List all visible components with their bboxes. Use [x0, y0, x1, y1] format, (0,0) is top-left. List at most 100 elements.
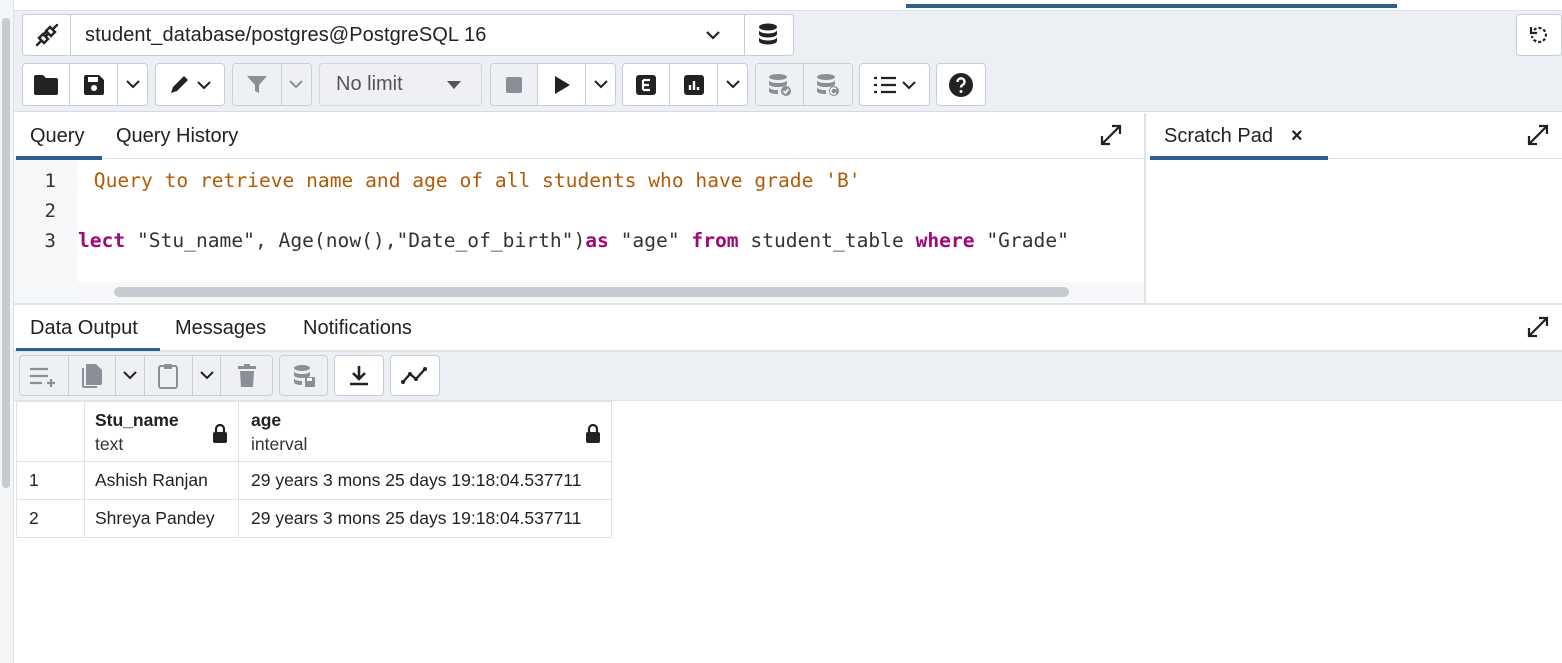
- tab-query[interactable]: Query: [14, 113, 102, 160]
- cell-stu-name[interactable]: Shreya Pandey: [84, 499, 239, 538]
- line-number-gutter: 1 2 3: [14, 160, 78, 304]
- chevron-down-icon[interactable]: [681, 15, 745, 55]
- row-number[interactable]: 2: [16, 499, 85, 538]
- explain-analyze-button[interactable]: [670, 64, 719, 105]
- query-toolbar: student_database/postgres@PostgreSQL 16: [14, 11, 1562, 112]
- tab-messages-label: Messages: [175, 316, 267, 339]
- tab-notifications[interactable]: Notifications: [287, 305, 428, 351]
- tab-messages[interactable]: Messages: [159, 305, 282, 351]
- connection-label: student_database/postgres@PostgreSQL 16: [85, 23, 487, 46]
- download-icon: [350, 365, 368, 385]
- trash-icon: [237, 363, 256, 387]
- delete-button[interactable]: [221, 356, 272, 395]
- query-panel: Query Query History 1 2 3 Query to retri…: [14, 113, 1146, 304]
- keyword: where: [915, 229, 975, 252]
- connection-selector[interactable]: student_database/postgres@PostgreSQL 16: [22, 14, 794, 56]
- stop-icon: [506, 76, 523, 93]
- download-button[interactable]: [335, 356, 383, 395]
- cell-age[interactable]: 29 years 3 mons 25 days 19:18:04.537711: [238, 499, 612, 538]
- save-options-dropdown[interactable]: [118, 64, 147, 105]
- open-file-button[interactable]: [23, 64, 71, 105]
- execute-button[interactable]: [538, 64, 587, 105]
- lock-icon: [213, 424, 227, 443]
- filter-dropdown[interactable]: [281, 64, 311, 105]
- keyword: as: [585, 229, 609, 252]
- scrollbar-thumb[interactable]: [114, 287, 1069, 297]
- graph-group: [390, 355, 440, 396]
- chevron-down-icon: [594, 80, 608, 89]
- explain-options-dropdown[interactable]: [718, 64, 747, 105]
- code-text: "age": [608, 229, 692, 252]
- tab-scratch-pad[interactable]: Scratch Pad ×: [1148, 113, 1328, 160]
- new-connection-icon[interactable]: [745, 15, 793, 55]
- add-row-icon: [29, 367, 55, 387]
- copy-button[interactable]: [68, 356, 117, 395]
- cell-age[interactable]: 29 years 3 mons 25 days 19:18:04.537711: [238, 461, 612, 500]
- macros-button[interactable]: [860, 64, 929, 105]
- execute-options-dropdown[interactable]: [586, 64, 615, 105]
- connection-status-icon[interactable]: [23, 15, 71, 55]
- chevron-down-icon: [289, 80, 304, 89]
- help-button[interactable]: [937, 64, 985, 105]
- save-data-group: [279, 355, 328, 396]
- rollback-button[interactable]: [804, 64, 852, 105]
- row-number[interactable]: 1: [16, 461, 85, 500]
- save-icon: [83, 74, 104, 95]
- bar-chart-icon: [683, 74, 704, 95]
- maximize-icon[interactable]: [1099, 123, 1123, 147]
- save-data-button[interactable]: [280, 356, 327, 395]
- pencil-icon: [171, 75, 211, 93]
- tab-notifications-label: Notifications: [303, 316, 412, 339]
- tab-query-history[interactable]: Query History: [100, 113, 254, 159]
- left-edge: [0, 0, 14, 663]
- paste-options-dropdown[interactable]: [192, 356, 222, 395]
- paste-button[interactable]: [145, 356, 193, 395]
- horizontal-scrollbar[interactable]: [78, 282, 1144, 302]
- refresh-button[interactable]: [1516, 14, 1562, 56]
- filter-button[interactable]: [233, 64, 282, 105]
- line-number: 3: [44, 230, 56, 252]
- chevron-down-icon: [726, 80, 740, 89]
- chevron-down-icon: [123, 371, 137, 380]
- add-row-button[interactable]: [20, 356, 69, 395]
- sql-editor[interactable]: 1 2 3 Query to retrieve name and age of …: [14, 160, 1144, 304]
- code-line-1: Query to retrieve name and age of all st…: [82, 169, 861, 192]
- close-icon[interactable]: ×: [1291, 125, 1303, 148]
- maximize-icon[interactable]: [1526, 315, 1550, 339]
- left-scrollbar[interactable]: [2, 18, 10, 488]
- row-number-header[interactable]: [16, 401, 85, 462]
- row-actions-group: [19, 355, 273, 396]
- explain-icon: [636, 74, 657, 95]
- table-row[interactable]: 2 Shreya Pandey 29 years 3 mons 25 days …: [16, 499, 612, 538]
- cell-stu-name[interactable]: Ashish Ranjan: [84, 461, 239, 500]
- tab-data-output-label: Data Output: [30, 316, 138, 339]
- data-output-toolbar: [14, 351, 1562, 401]
- copy-options-dropdown[interactable]: [116, 356, 146, 395]
- rollback-icon: [817, 73, 839, 96]
- keyword: from: [691, 229, 739, 252]
- graph-visualiser-button[interactable]: [391, 356, 439, 395]
- reset-layout-icon: [1529, 26, 1547, 43]
- edit-button[interactable]: [156, 64, 224, 105]
- column-header-stu-name[interactable]: Stu_name text: [84, 401, 239, 462]
- active-tab-indicator: [906, 4, 1397, 8]
- keyword: lect: [78, 229, 126, 252]
- explain-button[interactable]: [623, 64, 671, 105]
- code-text: "Stu_name", Age(now(),"Date_of_birth"): [125, 229, 586, 252]
- commit-button[interactable]: [756, 64, 805, 105]
- table-row[interactable]: 1 Ashish Ranjan 29 years 3 mons 25 days …: [16, 461, 612, 500]
- stop-button[interactable]: [491, 64, 539, 105]
- copy-icon: [81, 363, 102, 388]
- maximize-icon[interactable]: [1526, 123, 1550, 147]
- tab-scratch-pad-label: Scratch Pad: [1164, 124, 1273, 147]
- save-file-button[interactable]: [70, 64, 119, 105]
- column-header-age[interactable]: age interval: [238, 401, 612, 462]
- lock-icon: [586, 424, 600, 443]
- row-limit-select[interactable]: No limit: [319, 63, 482, 106]
- tab-data-output[interactable]: Data Output: [14, 305, 160, 352]
- save-data-icon: [293, 364, 315, 387]
- help-icon: [949, 72, 973, 97]
- paste-icon: [158, 363, 179, 389]
- help-group: [936, 63, 986, 106]
- line-number: 2: [44, 200, 56, 222]
